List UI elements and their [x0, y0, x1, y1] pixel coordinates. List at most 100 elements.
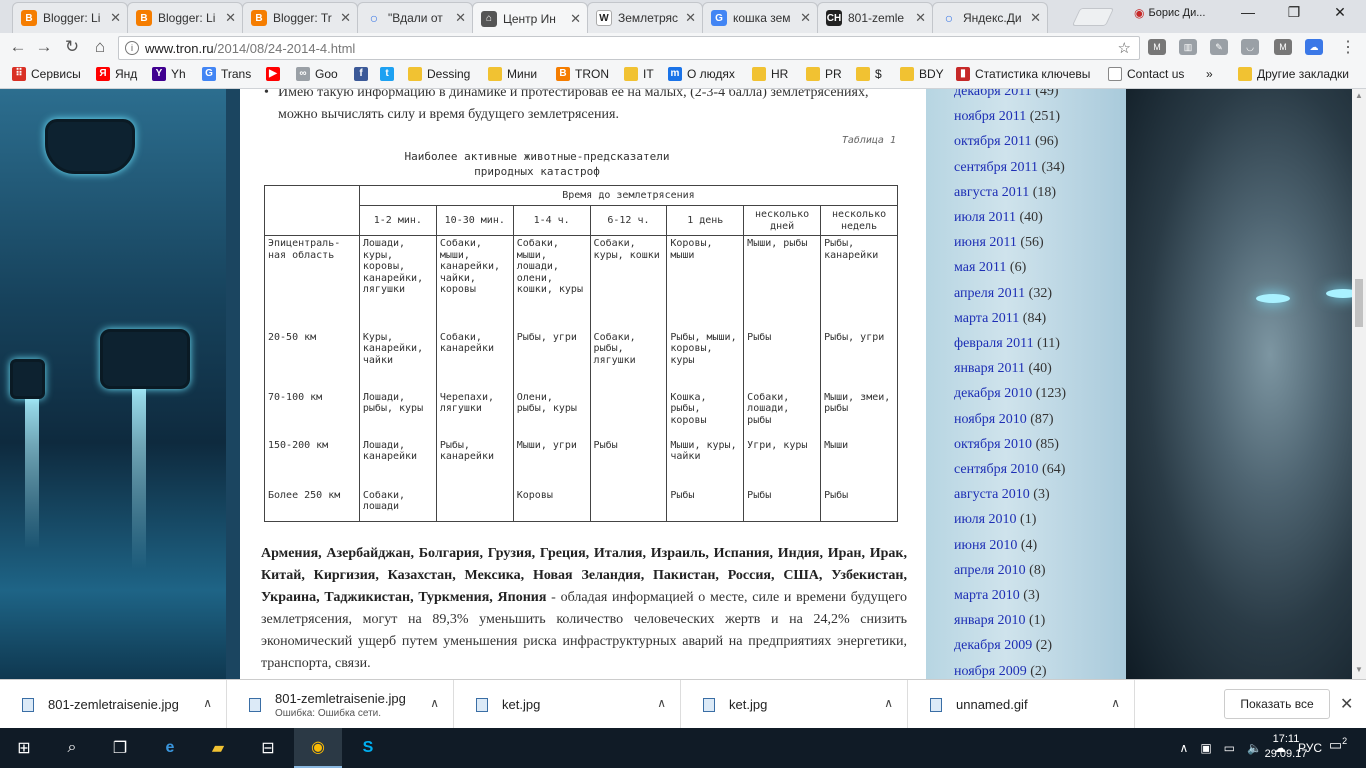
archive-link[interactable]: ноября 2010: [954, 412, 1027, 427]
tab-4[interactable]: ⌂ Центр Ин ✕: [472, 2, 588, 34]
chevron-up-icon[interactable]: ∧: [430, 696, 439, 710]
archive-link[interactable]: апреля 2011: [954, 286, 1025, 301]
download-item[interactable]: 801-zemletraisenie.jpg ∧: [0, 680, 227, 729]
close-window-button[interactable]: ✕: [1320, 4, 1360, 21]
bookmark-14[interactable]: PR: [806, 67, 842, 81]
bookmark-8[interactable]: Dessing: [408, 67, 470, 81]
bookmark-5[interactable]: ∞ Goo: [296, 67, 338, 81]
archive-link[interactable]: октября 2010: [954, 437, 1032, 452]
archive-link[interactable]: марта 2010: [954, 588, 1020, 603]
bookmark-11[interactable]: IT: [624, 67, 654, 81]
home-icon[interactable]: ⌂: [88, 37, 112, 57]
m-extension-icon[interactable]: M: [1274, 39, 1292, 55]
tab-2[interactable]: B Blogger: Tr ✕: [242, 2, 358, 33]
archive-link[interactable]: марта 2011: [954, 311, 1019, 326]
archive-link[interactable]: ноября 2009: [954, 664, 1027, 679]
chevron-up-icon[interactable]: ∧: [203, 696, 212, 710]
store-icon[interactable]: ⊟: [244, 728, 292, 768]
archive-link[interactable]: декабря 2009: [954, 638, 1032, 653]
tray-app-icon[interactable]: ▣: [1200, 741, 1211, 755]
scrollbar-thumb[interactable]: [1355, 279, 1363, 327]
archive-link[interactable]: ноября 2011: [954, 109, 1026, 124]
taskbar-clock[interactable]: 17:11 29.09.17: [1256, 732, 1316, 762]
tab-close-icon[interactable]: ✕: [685, 10, 696, 26]
skype-icon[interactable]: S: [344, 728, 392, 768]
bookmarks-overflow-button[interactable]: »: [1206, 67, 1213, 81]
search-icon[interactable]: ⌕: [48, 728, 96, 768]
tab-close-icon[interactable]: ✕: [570, 11, 581, 27]
bookmark-2[interactable]: Y Yh: [152, 67, 186, 81]
tray-overflow-icon[interactable]: ∧: [1180, 741, 1189, 755]
archive-link[interactable]: января 2011: [954, 361, 1025, 376]
archive-link[interactable]: августа 2011: [954, 185, 1029, 200]
archive-link[interactable]: декабря 2011: [954, 89, 1032, 99]
bookmark-3[interactable]: G Trans: [202, 67, 251, 81]
bookmark-13[interactable]: HR: [752, 67, 788, 81]
bookmark-9[interactable]: Мини: [488, 67, 537, 81]
tab-close-icon[interactable]: ✕: [225, 10, 236, 26]
archive-link[interactable]: июня 2011: [954, 235, 1017, 250]
archive-link[interactable]: августа 2010: [954, 487, 1030, 502]
gmail-extension-icon[interactable]: M: [1148, 39, 1166, 55]
tab-7[interactable]: CH 801-zemle ✕: [817, 2, 933, 33]
file-explorer-icon[interactable]: ▰: [194, 728, 242, 768]
windows-start-icon[interactable]: ⊞: [0, 728, 48, 768]
tab-close-icon[interactable]: ✕: [800, 10, 811, 26]
tab-0[interactable]: B Blogger: Li ✕: [12, 2, 128, 33]
archive-link[interactable]: мая 2011: [954, 260, 1006, 275]
edge-icon[interactable]: e: [146, 728, 194, 768]
archive-link[interactable]: июля 2011: [954, 210, 1016, 225]
page-scrollbar[interactable]: ▲ ▼: [1352, 89, 1366, 679]
download-item[interactable]: ket.jpg ∧: [681, 680, 908, 729]
scroll-up-arrow[interactable]: ▲: [1355, 91, 1363, 100]
download-item[interactable]: ket.jpg ∧: [454, 680, 681, 729]
archive-link[interactable]: июля 2010: [954, 512, 1017, 527]
archive-link[interactable]: декабря 2010: [954, 386, 1032, 401]
bookmark-star-icon[interactable]: ☆: [1118, 39, 1131, 57]
tab-3[interactable]: ○ "Вдали от ✕: [357, 2, 473, 33]
archive-link[interactable]: сентября 2011: [954, 160, 1038, 175]
site-info-icon[interactable]: i: [125, 41, 139, 55]
task-view-icon[interactable]: ❐: [96, 728, 144, 768]
tab-close-icon[interactable]: ✕: [110, 10, 121, 26]
bookmark-7[interactable]: t: [380, 67, 394, 81]
maximize-button[interactable]: ❐: [1274, 4, 1314, 21]
tab-1[interactable]: B Blogger: Li ✕: [127, 2, 243, 33]
chart-extension-icon[interactable]: ▥: [1179, 39, 1197, 55]
back-icon[interactable]: ←: [6, 37, 30, 57]
chevron-up-icon[interactable]: ∧: [884, 696, 893, 710]
close-downloads-icon[interactable]: ✕: [1340, 694, 1353, 714]
cloud-extension-icon[interactable]: ☁: [1305, 39, 1323, 55]
tab-close-icon[interactable]: ✕: [1030, 10, 1041, 26]
bookmark-1[interactable]: Я Янд: [96, 67, 137, 81]
bookmark-6[interactable]: f: [354, 67, 368, 81]
menu-icon[interactable]: ⋮: [1336, 37, 1360, 57]
bookmark-17[interactable]: ▮ Статистика ключевы: [956, 67, 1090, 81]
archive-link[interactable]: июня 2010: [954, 538, 1017, 553]
tab-5[interactable]: W Землетряс ✕: [587, 2, 703, 33]
other-bookmarks-folder[interactable]: Другие закладки: [1238, 67, 1349, 81]
bookmark-0[interactable]: ⠿ Сервисы: [12, 67, 81, 81]
show-all-downloads-button[interactable]: Показать все: [1224, 689, 1330, 719]
profile-button[interactable]: ◉ Борис Ди...: [1134, 6, 1205, 20]
pocket-extension-icon[interactable]: ◡: [1241, 39, 1259, 55]
archive-link[interactable]: января 2010: [954, 613, 1026, 628]
bookmark-12[interactable]: m О людях: [668, 67, 735, 81]
bookmark-15[interactable]: $: [856, 67, 882, 81]
bookmark-4[interactable]: ▶: [266, 67, 280, 81]
bookmark-16[interactable]: BDY: [900, 67, 944, 81]
scroll-down-arrow[interactable]: ▼: [1355, 665, 1363, 674]
tab-close-icon[interactable]: ✕: [455, 10, 466, 26]
tab-6[interactable]: Gкошка зем ✕: [702, 2, 818, 33]
bookmark-18[interactable]: Contact us: [1108, 67, 1184, 81]
bookmark-10[interactable]: B TRON: [556, 67, 609, 81]
forward-icon[interactable]: →: [32, 37, 56, 57]
chevron-up-icon[interactable]: ∧: [657, 696, 666, 710]
archive-link[interactable]: апреля 2010: [954, 563, 1026, 578]
archive-link[interactable]: февраля 2011: [954, 336, 1034, 351]
new-tab-button[interactable]: [1071, 8, 1115, 26]
chevron-up-icon[interactable]: ∧: [1111, 696, 1120, 710]
minimize-button[interactable]: —: [1228, 4, 1268, 20]
download-item[interactable]: 801-zemletraisenie.jpg Ошибка: Ошибка сет…: [227, 680, 454, 729]
edit-extension-icon[interactable]: ✎: [1210, 39, 1228, 55]
